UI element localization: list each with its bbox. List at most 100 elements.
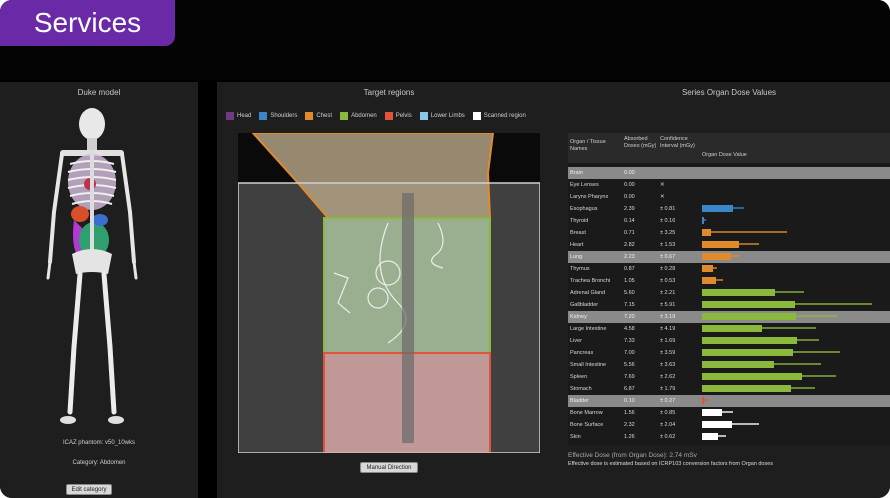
organ-ci: ± 1.79	[660, 386, 676, 392]
organ-name: Thymus	[570, 266, 590, 272]
organ-dose: 0.14	[624, 218, 635, 224]
organ-name: Pancreas	[570, 350, 594, 356]
table-row[interactable]: Bone Marrow 1.56 ± 0.85	[568, 407, 890, 419]
organ-ci: ± 0.28	[660, 266, 676, 272]
dose-error-bar	[710, 435, 727, 437]
dose-error-bar	[754, 315, 838, 317]
phantom-label: ICAZ phantom: v50_10wks	[62, 440, 136, 446]
organ-dose: 6.87	[624, 386, 635, 392]
organ-name: Thyroid	[570, 218, 589, 224]
organ-ci: ± 3.19	[660, 314, 676, 320]
table-row[interactable]: Brain 0.00	[568, 167, 890, 179]
table-row[interactable]: Bone Surface 2.32 ± 2.04	[568, 419, 890, 431]
organ-ci: ± 0.81	[660, 206, 676, 212]
organ-ci: ± 1.53	[660, 242, 676, 248]
organ-ci: ± 3.25	[660, 230, 676, 236]
organ-ci: ± 5.91	[660, 302, 676, 308]
table-row[interactable]: Small Intestine 5.56 ± 3.63	[568, 359, 890, 371]
table-row[interactable]: Pancreas 7.00 ± 3.59	[568, 347, 890, 359]
table-row[interactable]: Gallbladder 7.15 ± 5.91	[568, 299, 890, 311]
organ-ci: ± 0.62	[660, 434, 676, 440]
feet	[60, 416, 124, 424]
table-row[interactable]: Bladder 0.10 ± 0.27	[568, 395, 890, 407]
legend-label: Scanned region	[483, 113, 526, 119]
table-row[interactable]: Breast 0.71 ± 3.25	[568, 227, 890, 239]
organ-dose: 5.56	[624, 362, 635, 368]
dose-error-bar	[722, 207, 744, 209]
xray-image	[238, 133, 540, 453]
legend-label: Lower Limbs	[430, 113, 465, 119]
organ-dose: 2.82	[624, 242, 635, 248]
organ-dose: 7.00	[624, 350, 635, 356]
services-tag: Services	[0, 0, 175, 46]
table-row[interactable]: Esophagus 2.39 ± 0.81	[568, 203, 890, 215]
organ-dose: 0.00	[624, 170, 635, 176]
organ-ci: ± 0.27	[660, 398, 676, 404]
organ-dose: 0.10	[624, 398, 635, 404]
table-row[interactable]: Larynx Pharynx 0.00 ✕	[568, 191, 890, 203]
legend-item: Head	[226, 112, 251, 120]
dose-error-bar	[702, 399, 710, 401]
table-row[interactable]: Trachea Bronchi 1.05 ± 0.53	[568, 275, 890, 287]
table-row[interactable]: Large Intestine 4.58 ± 4.19	[568, 323, 890, 335]
table-row[interactable]: Adrenal Gland 5.60 ± 2.21	[568, 287, 890, 299]
organ-ci: ± 3.63	[660, 362, 676, 368]
phantom-panel-title: Duke model	[77, 88, 121, 97]
table-row[interactable]: Liver 7.33 ± 1.69	[568, 335, 890, 347]
legend-swatch	[419, 112, 428, 120]
table-row[interactable]: Thyroid 0.14 ± 0.16	[568, 215, 890, 227]
organ-ci: ✕	[660, 182, 665, 188]
organ-ci: ✕	[660, 194, 665, 200]
dose-error-bar	[709, 267, 717, 269]
edit-category-button[interactable]: Edit category	[66, 484, 112, 495]
organ-dose: 7.15	[624, 302, 635, 308]
legend-label: Head	[237, 113, 252, 119]
organ-name: Spleen	[570, 374, 588, 380]
legend-item: Chest	[305, 112, 332, 120]
pelvis-shape	[72, 249, 112, 274]
organ-name: Esophagus	[570, 206, 598, 212]
organ-name: Large Intestine	[570, 326, 607, 332]
legs	[67, 271, 117, 415]
legend-swatch	[384, 112, 393, 120]
legend-swatch	[340, 112, 349, 120]
xray-drawing	[238, 133, 540, 453]
dose-error-bar	[707, 327, 816, 329]
table-row[interactable]: Eye Lenses 0.00 ✕	[568, 179, 890, 191]
manual-direction-button[interactable]: Manual Direction	[360, 462, 418, 473]
screenshot-frame: Duke model ICAZ phantom: v50_10wks Categ…	[0, 0, 890, 498]
legend-swatch	[259, 112, 268, 120]
organ-name: Breast	[570, 230, 586, 236]
organ-name: Liver	[570, 338, 582, 344]
table-row[interactable]: Heart 2.82 ± 1.53	[568, 239, 890, 251]
table-row[interactable]: Kidney 7.20 ± 3.19	[568, 311, 890, 323]
organ-dose: 0.71	[624, 230, 635, 236]
table-row[interactable]: Skin 1.26 ± 0.62	[568, 431, 890, 443]
target-regions-title: Target regions	[363, 88, 415, 97]
spine-xray	[402, 193, 414, 443]
organ-ci: ± 3.59	[660, 350, 676, 356]
effective-dose-note: Effective dose is estimated based on ICR…	[568, 461, 774, 467]
organ-ci: ± 2.21	[660, 290, 676, 296]
legend-swatch	[305, 112, 314, 120]
dose-error-bar	[711, 411, 734, 413]
organ-name: Trachea Bronchi	[570, 278, 611, 284]
table-row[interactable]: Spleen 7.69 ± 2.62	[568, 371, 890, 383]
organ-ci: ± 4.19	[660, 326, 676, 332]
organ-dose-table: Organ / Tissue Names Absorbed Doses (mGy…	[568, 133, 890, 445]
organ-dose: 2.23	[624, 254, 635, 260]
organ-name: Bone Surface	[570, 422, 604, 428]
organ-dose: 0.00	[624, 182, 635, 188]
table-row[interactable]: Lung 2.23 ± 0.67	[568, 251, 890, 263]
table-row[interactable]: Stomach 6.87 ± 1.79	[568, 383, 890, 395]
header-ci: Confidence Interval (mGy)	[660, 136, 695, 149]
dose-error-bar	[722, 255, 740, 257]
legend-item: Abdomen	[340, 112, 377, 120]
organ-dose: 5.60	[624, 290, 635, 296]
dose-error-bar	[718, 303, 872, 305]
legend-item: Lower Limbs	[419, 112, 465, 120]
organ-name: Stomach	[570, 386, 592, 392]
table-row[interactable]: Thymus 0.87 ± 0.28	[568, 263, 890, 275]
dose-error-bar	[708, 279, 723, 281]
table-header: Organ / Tissue Names Absorbed Doses (mGy…	[568, 133, 890, 163]
